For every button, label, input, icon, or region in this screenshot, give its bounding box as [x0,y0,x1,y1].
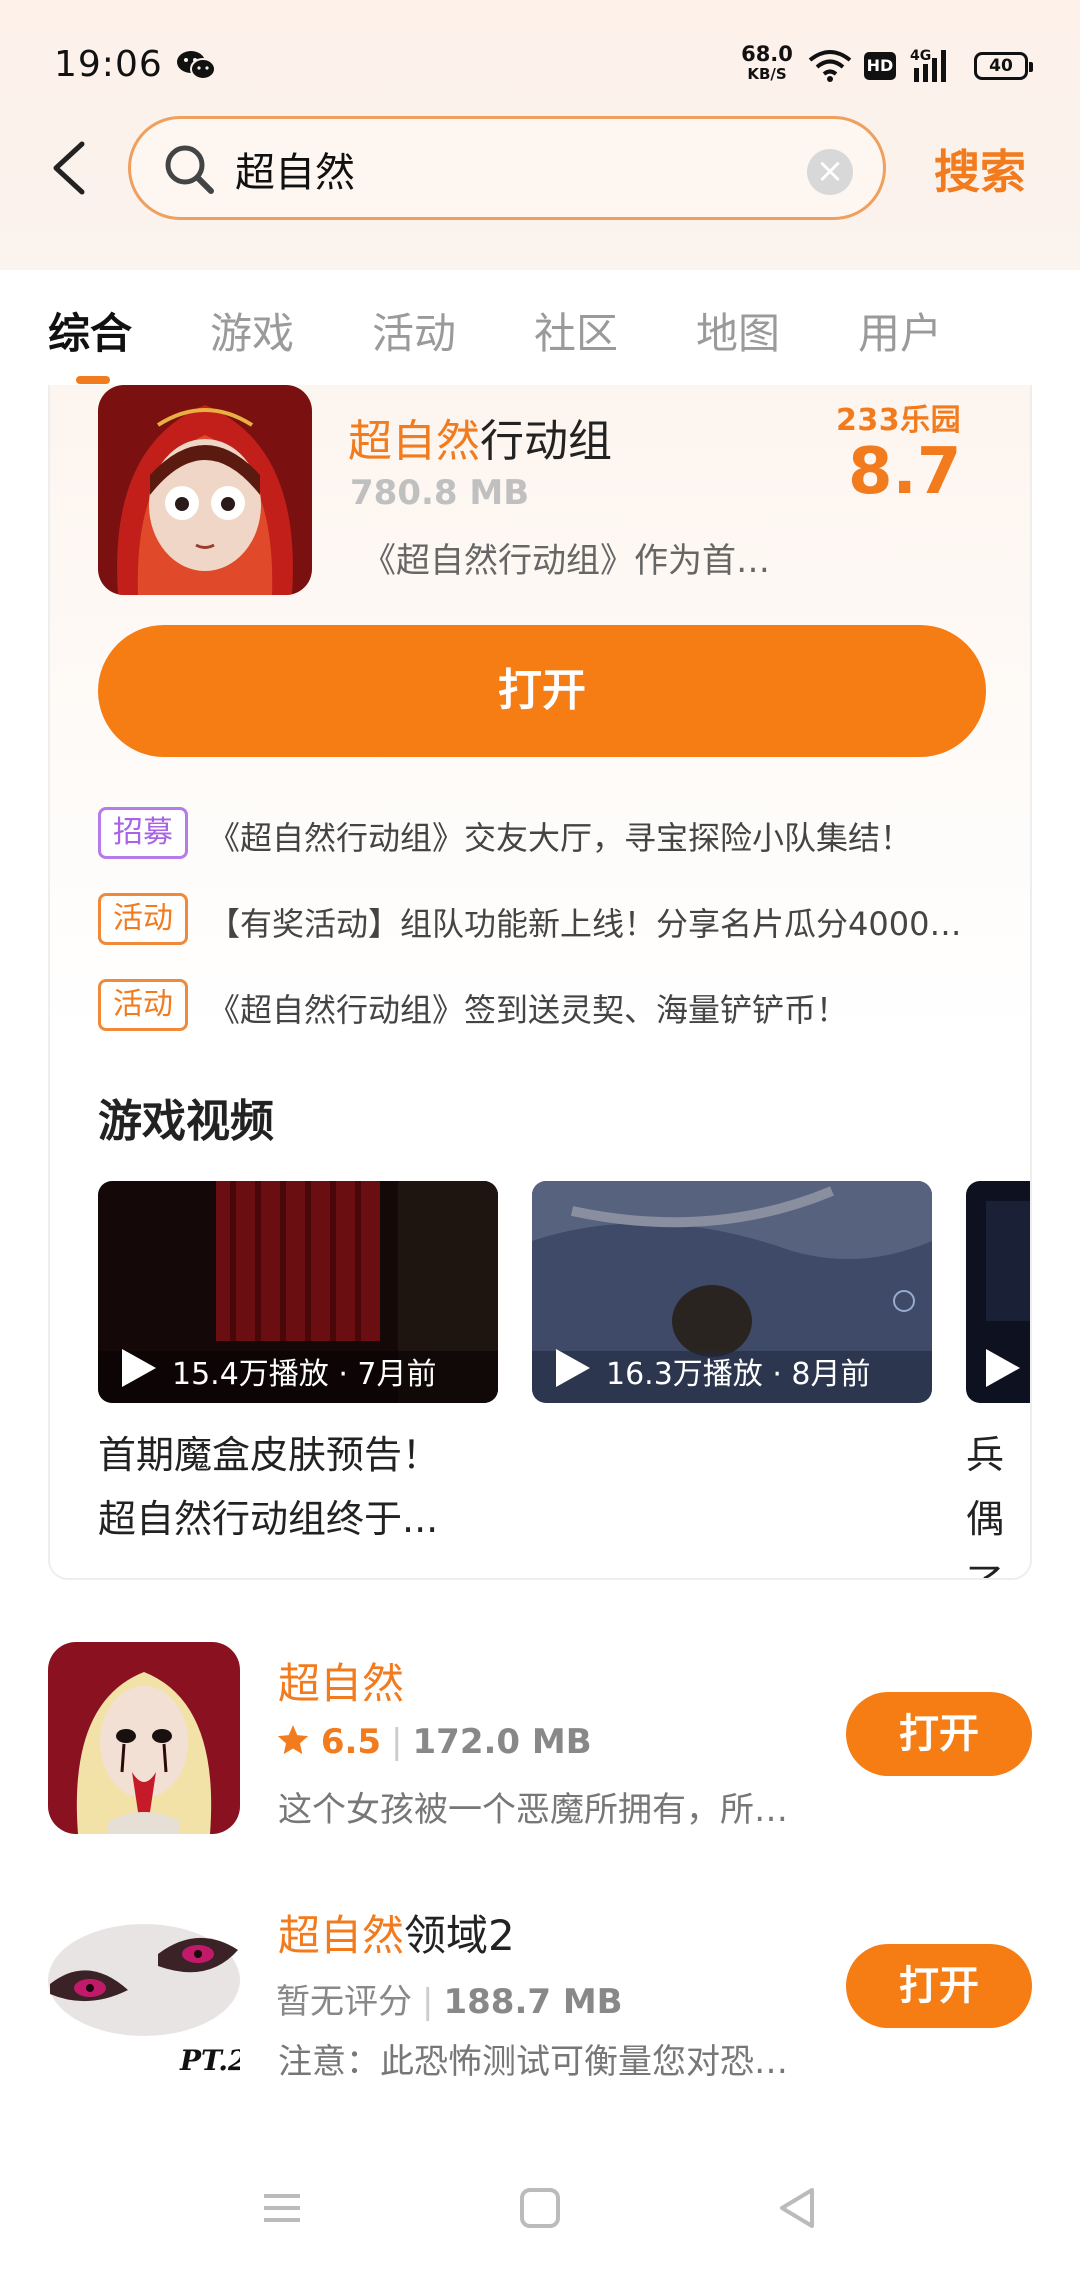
app-meta: 暂无评分 | 188.7 MB [276,1982,623,2022]
video-title[interactable]: 兵偶 了。 [966,1423,1030,1578]
tab-bar: 综合 游戏 活动 社区 地图 用户 [0,270,1080,390]
rating-source-logo: 233乐园 [836,403,962,438]
play-icon [556,1349,590,1387]
network-speed: 68.0 KB/S [741,42,793,83]
video-thumbnail[interactable]: 16.3万播放 · 8月前 [532,1181,932,1403]
hd-badge: HD [864,52,896,80]
possessed-girl-artwork [48,1642,240,1834]
search-box[interactable]: × [128,116,886,220]
svg-text:4G: 4G [910,48,931,64]
list-item[interactable]: PT.2 超自然领域2 暂无评分|188.7 MB 注意：此恐怖测试可衡量您对恐… [0,1894,1080,2094]
star-icon [277,1725,309,1755]
tab-users[interactable]: 用户 [858,300,942,361]
news-text: 《超自然行动组》交友大厅，寻宝探险小队集结！ [208,819,913,857]
app-size: 188.7 MB [443,1982,623,2022]
app-icon[interactable]: PT.2 [48,1894,240,2086]
app-score: 6.5 [320,1722,382,1762]
open-button[interactable]: 打开 [846,1692,1032,1776]
game-icon[interactable] [98,385,312,595]
app-description: 注意：此恐怖测试可衡量您对恐… [278,2042,788,2082]
video-title[interactable]: 首期魔盒皮肤预告！ 超自然行动组终于... [98,1423,498,1551]
play-icon [986,1349,1020,1387]
app-meta: 6.5 | 172.0 MB [276,1722,592,1762]
list-item[interactable]: 超自然 6.5 | 172.0 MB 这个女孩被一个恶魔所拥有，所… 打开 [0,1642,1080,1842]
app-size: 172.0 MB [412,1722,592,1762]
app-name[interactable]: 超自然 [278,1650,404,1711]
clear-icon[interactable]: × [807,149,853,195]
app-name[interactable]: 超自然领域2 [278,1902,515,1963]
menu-icon[interactable] [254,2180,310,2236]
game-size: 780.8 MB [350,473,530,513]
news-text: 【有奖活动】组队功能新上线！分享名片瓜分4000… [208,905,962,943]
tab-all[interactable]: 综合 [48,300,132,361]
video-thumbnail[interactable]: 15.4万播放 · 7月前 [98,1181,498,1403]
red-eyes-artwork: PT.2 [48,1894,240,2086]
news-tag: 活动 [98,979,188,1031]
signal-icon: 4G [910,48,946,82]
game-rating: 8.7 [848,435,962,509]
tab-events[interactable]: 活动 [372,300,456,361]
videos-section-title: 游戏视频 [98,1096,274,1147]
home-icon[interactable] [512,2180,568,2236]
video-thumbnail[interactable] [966,1181,1030,1403]
open-button[interactable]: 打开 [98,625,986,757]
news-tag: 活动 [98,893,188,945]
battery-icon: 40 [974,52,1033,80]
open-button[interactable]: 打开 [846,1944,1032,2028]
game-title[interactable]: 超自然行动组 [348,405,612,469]
back-nav-icon[interactable] [770,2180,826,2236]
navigation-bar [0,2160,1080,2280]
search-input[interactable] [235,139,795,199]
news-tag: 招募 [98,807,188,859]
tab-indicator [76,376,110,384]
search-button[interactable]: 搜索 [934,136,1026,202]
game-description: 《超自然行动组》作为首… [362,541,770,581]
news-text: 《超自然行动组》签到送灵契、海量铲铲币！ [208,991,849,1029]
tab-games[interactable]: 游戏 [210,300,294,361]
search-icon [165,145,214,194]
wechat-icon [177,51,216,80]
tab-community[interactable]: 社区 [534,300,618,361]
status-bar: 19:06 68.0 KB/S HD 4G 40 [0,0,1080,120]
wifi-icon [808,50,852,82]
tab-maps[interactable]: 地图 [696,300,780,361]
app-icon[interactable] [48,1642,240,1834]
svg-text:PT.2: PT.2 [179,2044,240,2077]
featured-game-card[interactable]: 超自然行动组 780.8 MB 《超自然行动组》作为首… 233乐园 8.7 打… [48,385,1032,1580]
no-rating-text: 暂无评分 [276,1982,412,2022]
hooded-girl-artwork [98,385,312,595]
app-description: 这个女孩被一个恶魔所拥有，所… [278,1790,788,1830]
back-icon[interactable] [48,140,92,196]
play-icon [122,1349,156,1387]
clock: 19:06 [54,44,163,85]
